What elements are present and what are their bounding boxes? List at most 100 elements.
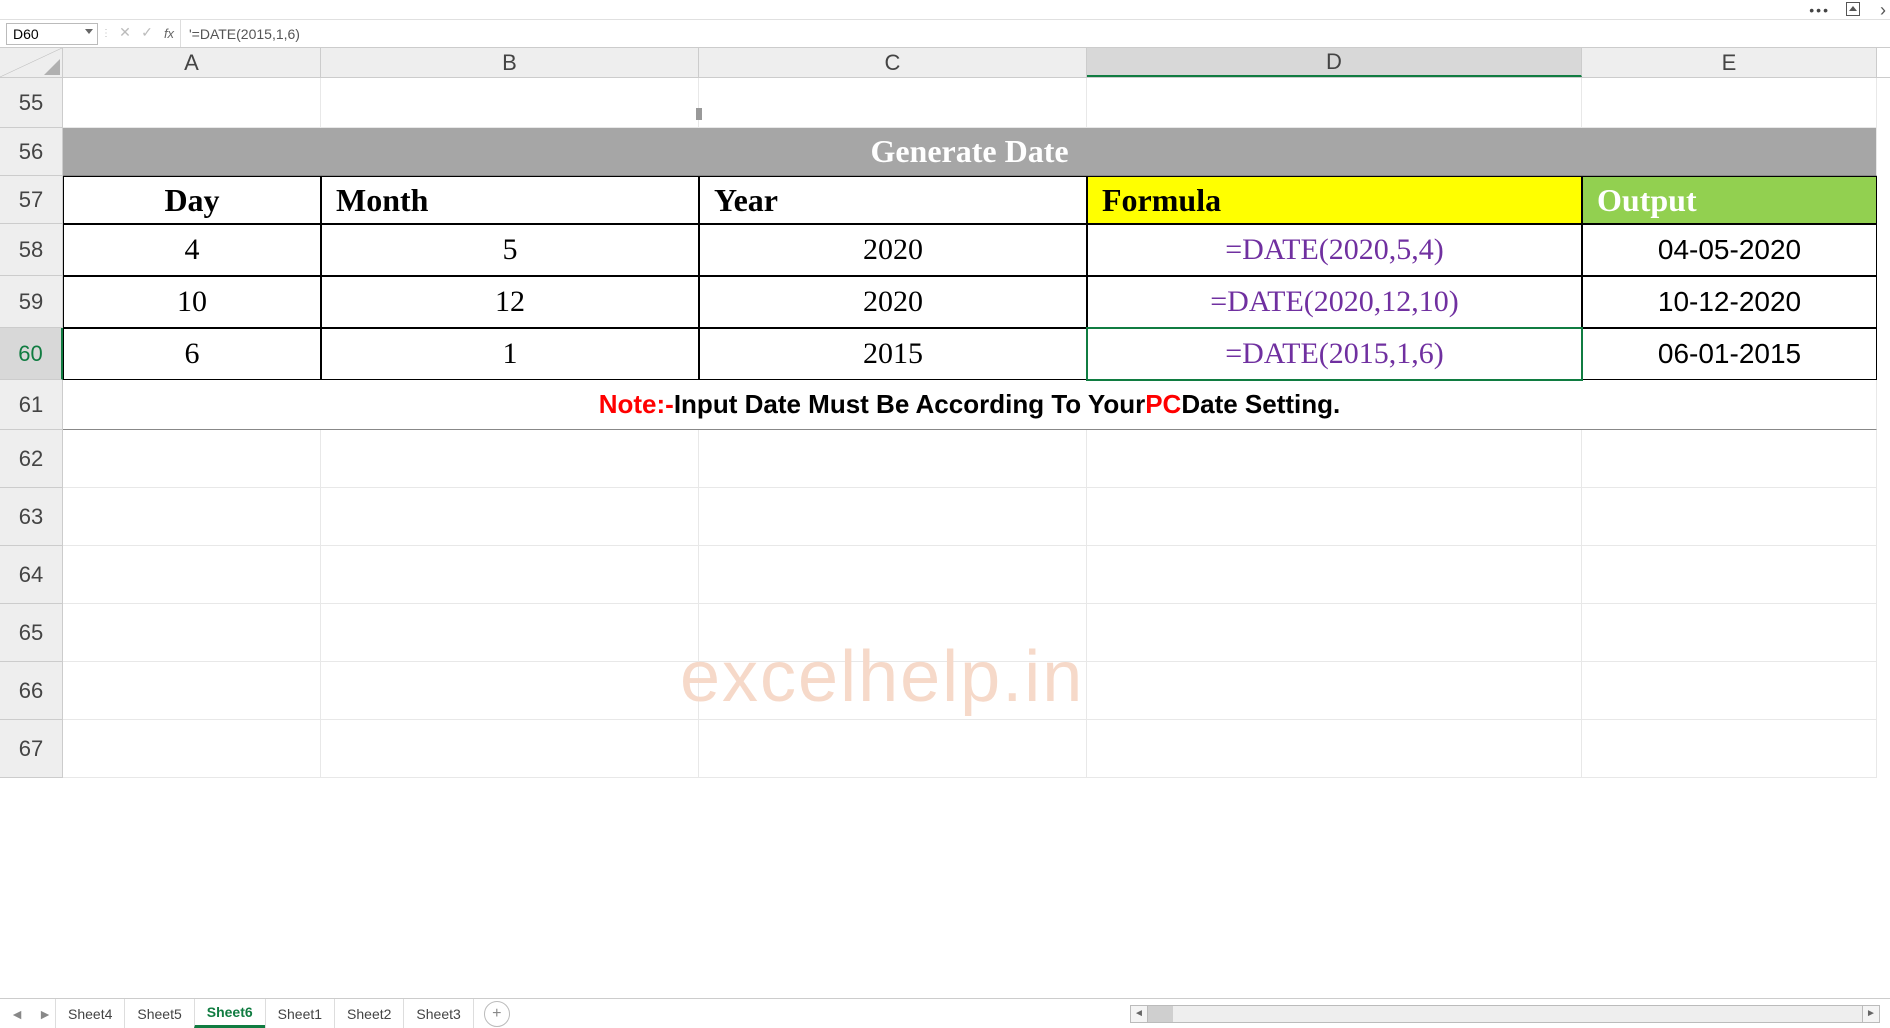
col-header-a[interactable]: A bbox=[63, 48, 321, 77]
header-day[interactable]: Day bbox=[63, 176, 321, 224]
fx-icon[interactable]: fx bbox=[158, 26, 180, 41]
cell[interactable] bbox=[699, 546, 1087, 604]
tab-sheet1[interactable]: Sheet1 bbox=[265, 999, 335, 1028]
horizontal-scrollbar[interactable]: ◄ ► bbox=[1130, 1005, 1880, 1023]
tab-sheet6[interactable]: Sheet6 bbox=[194, 999, 266, 1028]
col-header-c[interactable]: C bbox=[699, 48, 1087, 77]
scroll-right-icon[interactable]: ► bbox=[1862, 1005, 1880, 1023]
cell[interactable] bbox=[699, 662, 1087, 720]
cell-output[interactable]: 06-01-2015 bbox=[1582, 328, 1877, 380]
dropdown-icon[interactable] bbox=[85, 29, 93, 34]
row-header[interactable]: 65 bbox=[0, 604, 63, 662]
cell-year[interactable]: 2020 bbox=[699, 276, 1087, 328]
cell[interactable] bbox=[321, 430, 699, 488]
header-year[interactable]: Year bbox=[699, 176, 1087, 224]
cell-year[interactable]: 2015 bbox=[699, 328, 1087, 380]
row-header[interactable]: 67 bbox=[0, 720, 63, 778]
cell[interactable] bbox=[63, 78, 321, 128]
cell[interactable] bbox=[1582, 662, 1877, 720]
new-sheet-button[interactable]: + bbox=[484, 1001, 510, 1027]
cell[interactable] bbox=[1087, 430, 1582, 488]
cell[interactable] bbox=[63, 662, 321, 720]
scroll-left-icon[interactable]: ◄ bbox=[1130, 1005, 1148, 1023]
cell[interactable] bbox=[1087, 488, 1582, 546]
cell[interactable] bbox=[699, 488, 1087, 546]
row-header[interactable]: 55 bbox=[0, 78, 63, 128]
row-header[interactable]: 62 bbox=[0, 430, 63, 488]
scroll-track[interactable] bbox=[1148, 1005, 1862, 1023]
tab-nav-prev-icon[interactable]: ◄ bbox=[6, 1006, 28, 1022]
col-header-d[interactable]: D bbox=[1087, 48, 1582, 77]
header-month[interactable]: Month bbox=[321, 176, 699, 224]
cell-day[interactable]: 4 bbox=[63, 224, 321, 276]
tab-nav-next-icon[interactable]: ► bbox=[34, 1006, 56, 1022]
tab-sheet4[interactable]: Sheet4 bbox=[55, 999, 125, 1028]
header-formula[interactable]: Formula bbox=[1087, 176, 1582, 224]
cell[interactable] bbox=[1582, 546, 1877, 604]
cell-month[interactable]: 1 bbox=[321, 328, 699, 380]
row-header[interactable]: 57 bbox=[0, 176, 63, 224]
cell-day[interactable]: 10 bbox=[63, 276, 321, 328]
cell[interactable] bbox=[321, 488, 699, 546]
tab-sheet5[interactable]: Sheet5 bbox=[124, 999, 194, 1028]
tab-sheet2[interactable]: Sheet2 bbox=[334, 999, 404, 1028]
ribbon-display-icon[interactable] bbox=[1846, 2, 1860, 16]
cell[interactable] bbox=[1582, 430, 1877, 488]
cell-day[interactable]: 6 bbox=[63, 328, 321, 380]
cancel-icon[interactable]: ✕ bbox=[114, 25, 136, 42]
cell[interactable] bbox=[699, 78, 1087, 128]
column-split-handle[interactable] bbox=[696, 108, 702, 120]
cell[interactable] bbox=[63, 720, 321, 778]
cell[interactable] bbox=[63, 488, 321, 546]
cell[interactable] bbox=[63, 546, 321, 604]
cell[interactable] bbox=[699, 604, 1087, 662]
cell[interactable] bbox=[1582, 488, 1877, 546]
cell[interactable] bbox=[699, 430, 1087, 488]
cell-formula[interactable]: =DATE(2020,5,4) bbox=[1087, 224, 1582, 276]
row-header[interactable]: 60 bbox=[0, 328, 63, 380]
row-header[interactable]: 61 bbox=[0, 380, 63, 430]
formula-input[interactable]: '=DATE(2015,1,6) bbox=[180, 20, 1890, 47]
cell-formula-selected[interactable]: =DATE(2015,1,6) bbox=[1087, 328, 1582, 380]
col-header-e[interactable]: E bbox=[1582, 48, 1877, 77]
cell-output[interactable]: 10-12-2020 bbox=[1582, 276, 1877, 328]
enter-icon[interactable]: ✓ bbox=[136, 25, 158, 42]
cell[interactable] bbox=[1582, 720, 1877, 778]
cell[interactable] bbox=[1582, 78, 1877, 128]
row-header[interactable]: 66 bbox=[0, 662, 63, 720]
cell-formula[interactable]: =DATE(2020,12,10) bbox=[1087, 276, 1582, 328]
cell-month[interactable]: 5 bbox=[321, 224, 699, 276]
cell-year[interactable]: 2020 bbox=[699, 224, 1087, 276]
col-header-b[interactable]: B bbox=[321, 48, 699, 77]
row-header[interactable]: 56 bbox=[0, 128, 63, 176]
more-icon[interactable]: ••• bbox=[1809, 2, 1830, 18]
cell[interactable] bbox=[321, 604, 699, 662]
row-header[interactable]: 64 bbox=[0, 546, 63, 604]
row-header[interactable]: 63 bbox=[0, 488, 63, 546]
row-header[interactable]: 58 bbox=[0, 224, 63, 276]
row-header[interactable]: 59 bbox=[0, 276, 63, 328]
cell[interactable] bbox=[321, 546, 699, 604]
cell[interactable] bbox=[321, 720, 699, 778]
collapse-icon[interactable]: › bbox=[1880, 0, 1886, 21]
select-all-corner[interactable] bbox=[0, 48, 63, 77]
cell[interactable] bbox=[1582, 604, 1877, 662]
cell[interactable] bbox=[1087, 604, 1582, 662]
cell[interactable] bbox=[699, 720, 1087, 778]
cell[interactable] bbox=[1087, 78, 1582, 128]
cell[interactable] bbox=[321, 662, 699, 720]
scroll-thumb[interactable] bbox=[1148, 1006, 1173, 1022]
cell[interactable] bbox=[1087, 720, 1582, 778]
cell[interactable] bbox=[321, 78, 699, 128]
note-cell[interactable]: Note:- Input Date Must Be According To Y… bbox=[63, 380, 1877, 430]
cell[interactable] bbox=[1087, 662, 1582, 720]
header-output[interactable]: Output bbox=[1582, 176, 1877, 224]
cell[interactable] bbox=[63, 430, 321, 488]
title-cell[interactable]: Generate Date bbox=[63, 128, 1877, 176]
cell-month[interactable]: 12 bbox=[321, 276, 699, 328]
tab-sheet3[interactable]: Sheet3 bbox=[403, 999, 473, 1028]
cell-output[interactable]: 04-05-2020 bbox=[1582, 224, 1877, 276]
cell[interactable] bbox=[1087, 546, 1582, 604]
cell[interactable] bbox=[63, 604, 321, 662]
name-box[interactable]: D60 bbox=[6, 23, 98, 45]
